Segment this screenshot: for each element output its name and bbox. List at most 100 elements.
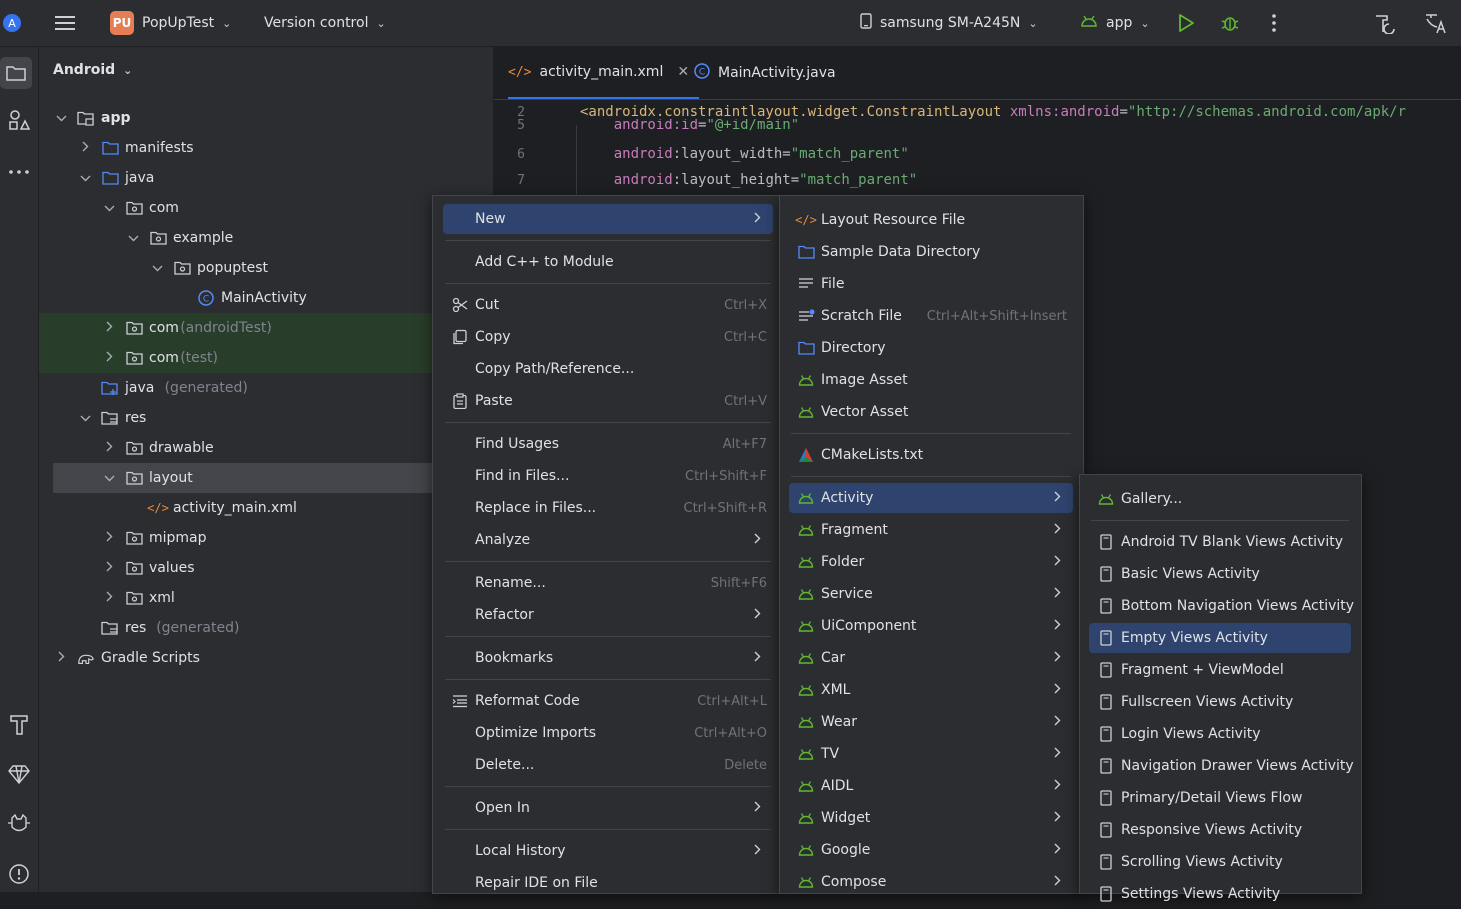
menu-item-rename[interactable]: Rename... Shift+F6 bbox=[443, 568, 773, 598]
menu-item-fullscreen-views-activity[interactable]: Fullscreen Views Activity bbox=[1089, 687, 1351, 717]
more-tools-icon[interactable] bbox=[0, 157, 38, 187]
menu-item-widget[interactable]: Widget bbox=[789, 803, 1073, 833]
menu-item-replace-in-files[interactable]: Replace in Files... Ctrl+Shift+R bbox=[443, 493, 773, 523]
menu-item-find-usages[interactable]: Find Usages Alt+F7 bbox=[443, 429, 773, 459]
tree-item-com-androidtest[interactable]: com (androidTest) bbox=[39, 313, 493, 343]
tree-item-app[interactable]: app bbox=[39, 103, 493, 133]
tree-item-drawable[interactable]: drawable bbox=[39, 433, 493, 463]
menu-item-refactor[interactable]: Refactor bbox=[443, 600, 773, 630]
menu-item-responsive-views-activity[interactable]: Responsive Views Activity bbox=[1089, 815, 1351, 845]
menu-item-local-history[interactable]: Local History bbox=[443, 836, 773, 866]
resource-manager-icon[interactable] bbox=[0, 105, 38, 135]
logcat-icon[interactable] bbox=[0, 809, 38, 839]
tree-item-java-generated[interactable]: java (generated) bbox=[39, 373, 493, 403]
more-options-icon[interactable] bbox=[1264, 0, 1284, 46]
menu-item-compose[interactable]: Compose bbox=[789, 867, 1073, 897]
menu-item-empty-views-activity[interactable]: Empty Views Activity bbox=[1089, 623, 1351, 653]
menu-item-navigation-drawer-views-activity[interactable]: Navigation Drawer Views Activity bbox=[1089, 751, 1354, 781]
build-variants-icon[interactable] bbox=[1372, 0, 1398, 46]
menu-item-find-in-files[interactable]: Find in Files... Ctrl+Shift+F bbox=[443, 461, 773, 491]
menu-item-settings-views-activity[interactable]: Settings Views Activity bbox=[1089, 879, 1351, 909]
menu-item-primary-detail-views-flow[interactable]: Primary/Detail Views Flow bbox=[1089, 783, 1351, 813]
menu-item-analyze[interactable]: Analyze bbox=[443, 525, 773, 555]
menu-item-tv[interactable]: TV bbox=[789, 739, 1073, 769]
chevron-down-icon[interactable] bbox=[149, 261, 165, 275]
tree-item-mipmap[interactable]: mipmap bbox=[39, 523, 493, 553]
vcs-selector[interactable]: Version control ⌄ bbox=[264, 0, 386, 46]
chevron-right-icon[interactable] bbox=[101, 531, 117, 545]
menu-item-android-tv-blank-views-activity[interactable]: Android TV Blank Views Activity bbox=[1089, 527, 1351, 557]
tree-item-layout[interactable]: layout bbox=[53, 463, 493, 493]
project-selector[interactable]: PU PopUpTest ⌄ bbox=[110, 0, 231, 46]
menu-item-sample-data-directory[interactable]: Sample Data Directory bbox=[789, 237, 1073, 267]
menu-item-copy[interactable]: Copy Ctrl+C bbox=[443, 322, 773, 352]
menu-item-add-c-to-module[interactable]: Add C++ to Module bbox=[443, 247, 773, 277]
menu-item-basic-views-activity[interactable]: Basic Views Activity bbox=[1089, 559, 1351, 589]
chevron-right-icon[interactable] bbox=[101, 321, 117, 335]
menu-item-vector-asset[interactable]: Vector Asset bbox=[789, 397, 1073, 427]
gem-icon[interactable] bbox=[0, 759, 38, 789]
hamburger-menu-icon[interactable] bbox=[52, 0, 78, 46]
tab-mainactivity-java[interactable]: C MainActivity.java bbox=[694, 47, 836, 99]
tree-item-com[interactable]: com bbox=[39, 193, 493, 223]
menu-item-scratch-file[interactable]: Scratch File Ctrl+Alt+Shift+Insert bbox=[789, 301, 1073, 331]
run-config-selector[interactable]: app ⌄ bbox=[1080, 0, 1150, 46]
tree-item-example[interactable]: example bbox=[39, 223, 493, 253]
device-selector[interactable]: samsung SM-A245N ⌄ bbox=[860, 0, 1038, 46]
menu-item-new[interactable]: New bbox=[443, 204, 773, 234]
menu-item-car[interactable]: Car bbox=[789, 643, 1073, 673]
chevron-right-icon[interactable] bbox=[101, 561, 117, 575]
chevron-right-icon[interactable] bbox=[77, 141, 93, 155]
tree-item-values[interactable]: values bbox=[39, 553, 493, 583]
tree-item-manifests[interactable]: manifests bbox=[39, 133, 493, 163]
chevron-down-icon[interactable] bbox=[125, 231, 141, 245]
menu-item-cmakelists-txt[interactable]: CMakeLists.txt bbox=[789, 440, 1073, 470]
app-logo-icon[interactable]: A bbox=[0, 0, 24, 46]
problems-icon[interactable] bbox=[0, 859, 38, 889]
translate-icon[interactable] bbox=[1422, 0, 1448, 46]
menu-item-bottom-navigation-views-activity[interactable]: Bottom Navigation Views Activity bbox=[1089, 591, 1354, 621]
tree-item-xml[interactable]: xml bbox=[39, 583, 493, 613]
menu-item-wear[interactable]: Wear bbox=[789, 707, 1073, 737]
menu-item-paste[interactable]: Paste Ctrl+V bbox=[443, 386, 773, 416]
menu-item-file[interactable]: File bbox=[789, 269, 1073, 299]
tree-item-res[interactable]: res bbox=[39, 403, 493, 433]
tree-item-mainactivity[interactable]: C MainActivity bbox=[39, 283, 493, 313]
menu-item-directory[interactable]: Directory bbox=[789, 333, 1073, 363]
menu-item-scrolling-views-activity[interactable]: Scrolling Views Activity bbox=[1089, 847, 1351, 877]
chevron-right-icon[interactable] bbox=[101, 351, 117, 365]
chevron-right-icon[interactable] bbox=[101, 441, 117, 455]
menu-item-optimize-imports[interactable]: Optimize Imports Ctrl+Alt+O bbox=[443, 718, 773, 748]
menu-item-service[interactable]: Service bbox=[789, 579, 1073, 609]
chevron-down-icon[interactable] bbox=[77, 171, 93, 185]
tree-item-popuptest[interactable]: popuptest bbox=[39, 253, 493, 283]
debug-icon[interactable] bbox=[1220, 0, 1240, 46]
run-icon[interactable] bbox=[1176, 0, 1196, 46]
menu-item-aidl[interactable]: AIDL bbox=[789, 771, 1073, 801]
menu-item-uicomponent[interactable]: UiComponent bbox=[789, 611, 1073, 641]
menu-item-folder[interactable]: Folder bbox=[789, 547, 1073, 577]
tree-item-java[interactable]: java bbox=[39, 163, 493, 193]
chevron-right-icon[interactable] bbox=[101, 591, 117, 605]
menu-item-google[interactable]: Google bbox=[789, 835, 1073, 865]
menu-item-image-asset[interactable]: Image Asset bbox=[789, 365, 1073, 395]
project-folder-icon[interactable] bbox=[0, 57, 32, 89]
project-view-selector[interactable]: Android ⌄ bbox=[53, 62, 132, 78]
tree-item-gradle-scripts[interactable]: Gradle Scripts bbox=[39, 643, 493, 673]
menu-item-reformat-code[interactable]: Reformat Code Ctrl+Alt+L bbox=[443, 686, 773, 716]
close-icon[interactable]: ✕ bbox=[677, 64, 689, 80]
menu-item-fragment-viewmodel[interactable]: Fragment + ViewModel bbox=[1089, 655, 1351, 685]
menu-item-gallery[interactable]: Gallery... bbox=[1089, 484, 1351, 514]
menu-item-repair-ide-on-file[interactable]: Repair IDE on File bbox=[443, 868, 773, 898]
menu-item-open-in[interactable]: Open In bbox=[443, 793, 773, 823]
build-icon[interactable] bbox=[0, 709, 38, 739]
chevron-down-icon[interactable] bbox=[101, 201, 117, 215]
tab-activity-main-xml[interactable]: </> activity_main.xml ✕ bbox=[508, 47, 700, 99]
menu-item-bookmarks[interactable]: Bookmarks bbox=[443, 643, 773, 673]
chevron-down-icon[interactable] bbox=[101, 471, 117, 485]
tree-item-activity-main-xml[interactable]: </> activity_main.xml bbox=[39, 493, 493, 523]
chevron-right-icon[interactable] bbox=[53, 651, 69, 665]
menu-item-cut[interactable]: Cut Ctrl+X bbox=[443, 290, 773, 320]
menu-item-fragment[interactable]: Fragment bbox=[789, 515, 1073, 545]
tree-item-res-generated[interactable]: res (generated) bbox=[39, 613, 493, 643]
